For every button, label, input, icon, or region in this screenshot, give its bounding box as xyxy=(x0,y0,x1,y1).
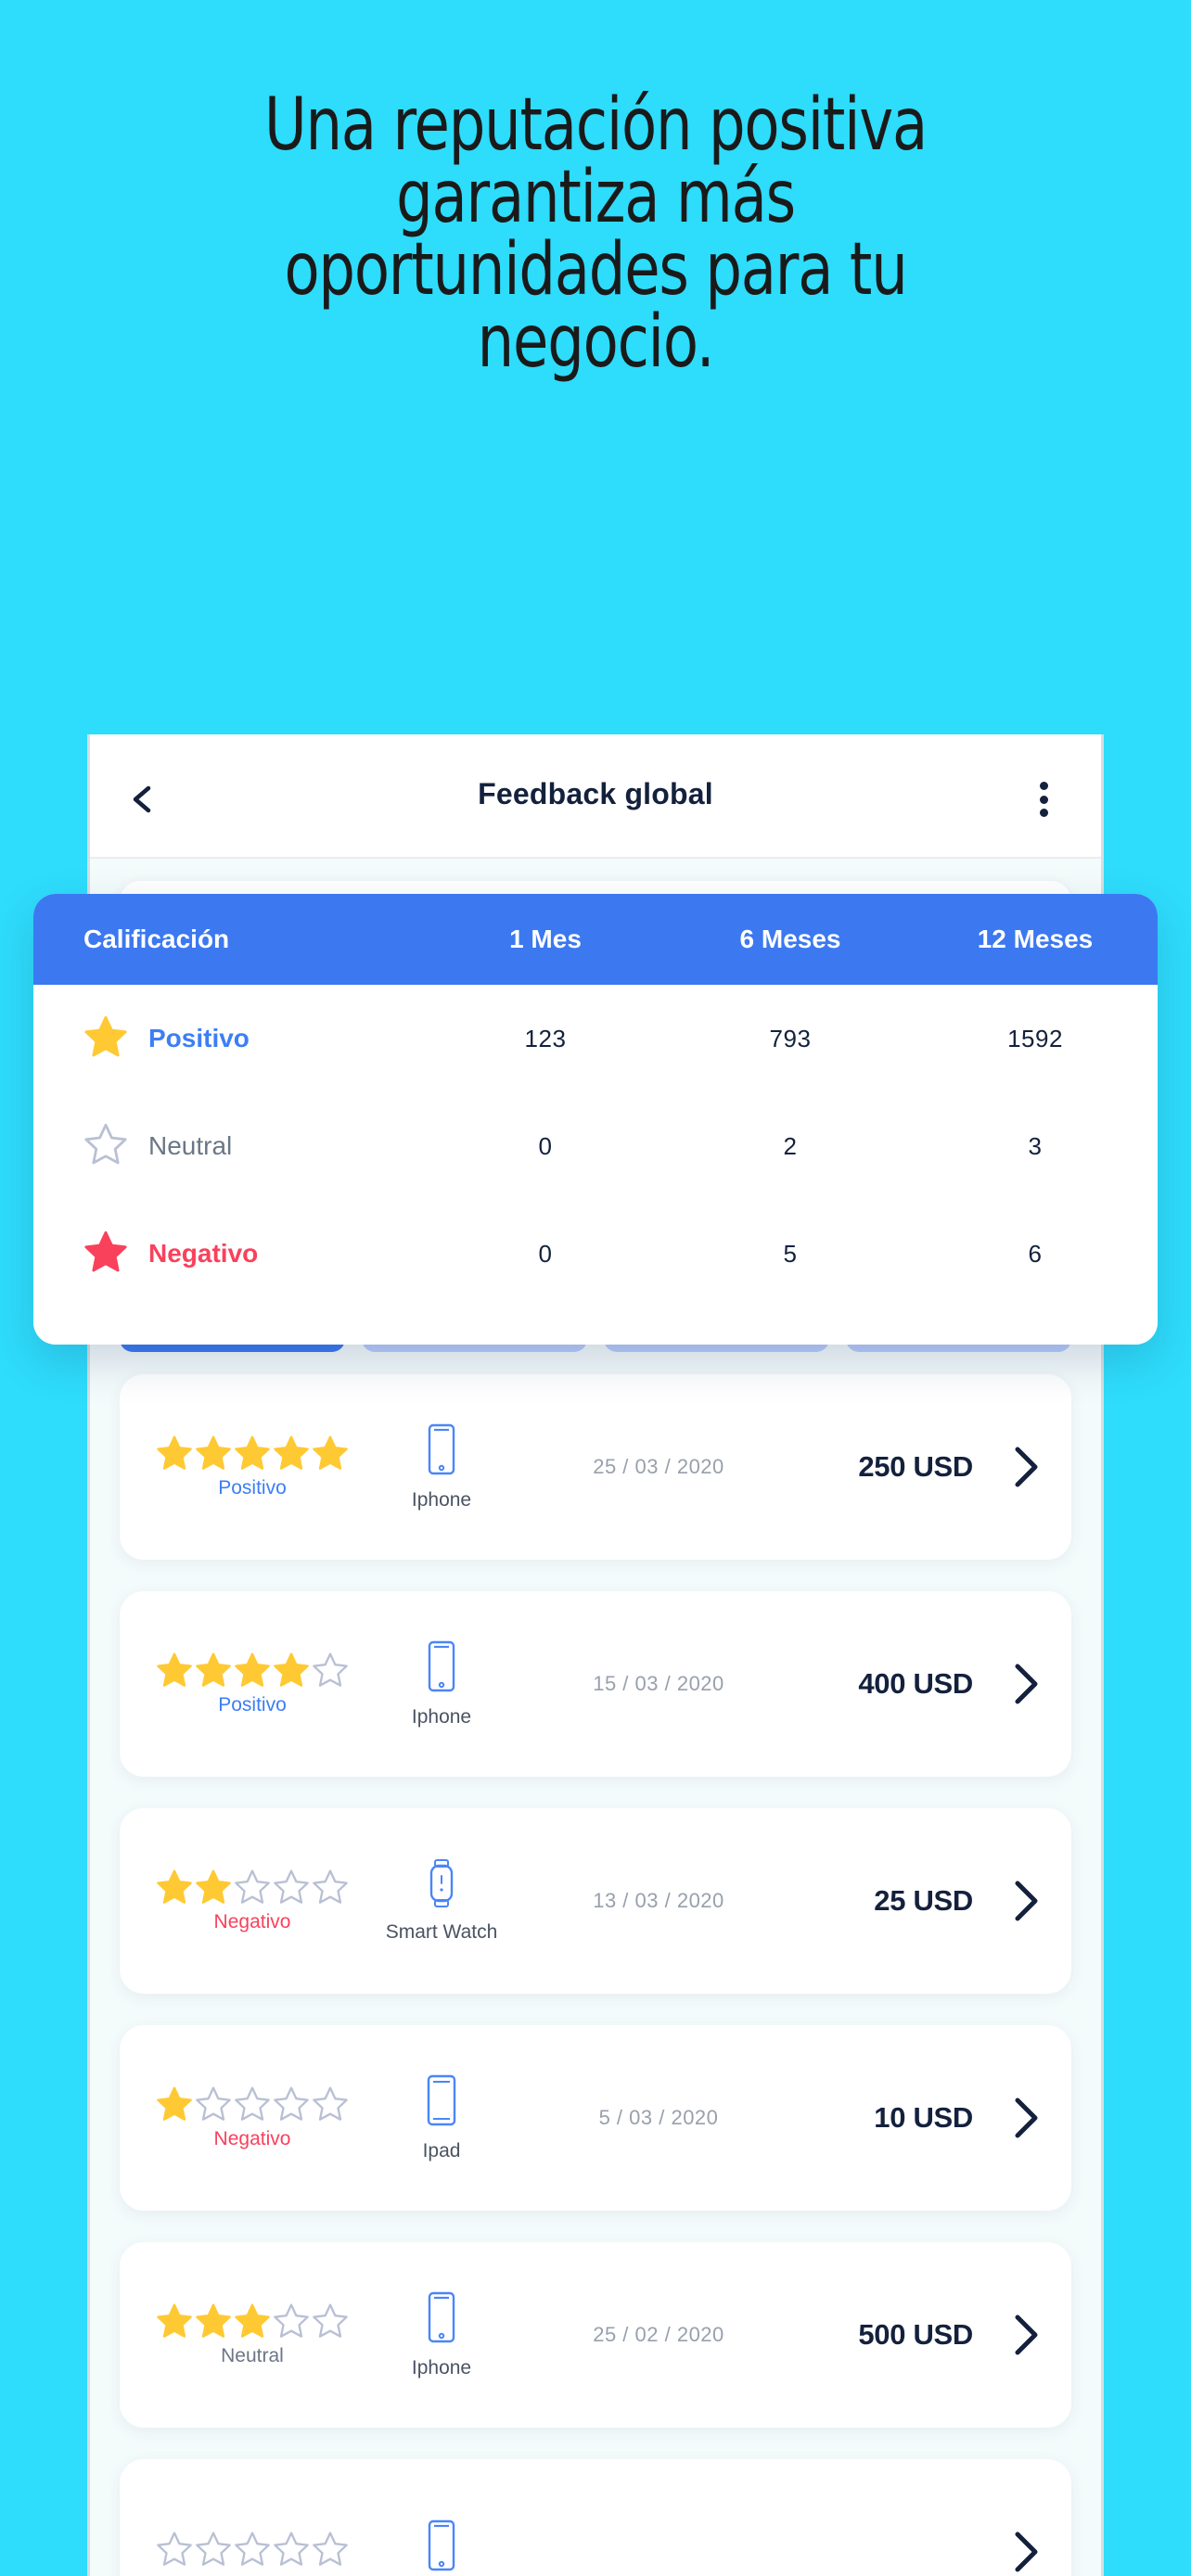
table-header-6-months: 6 Meses xyxy=(739,925,841,953)
app-bar: Feedback global xyxy=(90,734,1101,859)
feedback-device-label: Ipad xyxy=(422,2139,461,2162)
table-header-rating: Calificación xyxy=(83,925,230,953)
table-cell-12-months: 6 xyxy=(1028,1239,1043,1268)
feedback-amount: 25 USD xyxy=(874,1884,973,1917)
feedback-date: 15 / 03 / 2020 xyxy=(593,1672,724,1695)
star-rating xyxy=(156,2085,349,2123)
iphone-icon xyxy=(427,1423,456,1480)
chevron-right-icon[interactable] xyxy=(973,2095,1047,2141)
table-bottom-padding xyxy=(33,1307,1158,1345)
table-row[interactable]: Positivo 123 793 1592 xyxy=(33,985,1158,1092)
feedback-amount: 500 USD xyxy=(858,2318,973,2351)
table-cell-1-month: 123 xyxy=(524,1024,567,1052)
table-cell-6-months: 793 xyxy=(769,1024,812,1052)
star-filled-icon xyxy=(83,1014,128,1064)
iphone-icon xyxy=(427,2519,456,2576)
app-bar-title: Feedback global xyxy=(478,777,713,810)
headline-line-4: negocio. xyxy=(477,300,715,384)
table-header-row: Calificación 1 Mes 6 Meses 12 Meses xyxy=(33,894,1158,985)
chevron-right-icon[interactable] xyxy=(973,1661,1047,1707)
star-rating xyxy=(156,1435,349,1472)
iphone-icon xyxy=(427,1640,456,1697)
table-row-label: Positivo xyxy=(148,1024,250,1052)
feedback-amount: 400 USD xyxy=(858,1667,973,1700)
table-cell-1-month: 0 xyxy=(538,1239,553,1268)
feedback-device-label: Iphone xyxy=(411,1488,472,1511)
feedback-list-item[interactable] xyxy=(120,2459,1071,2576)
table-cell-12-months: 3 xyxy=(1028,1131,1043,1160)
chevron-right-icon[interactable] xyxy=(973,2312,1047,2358)
feedback-list-item[interactable]: Negativo Smart Watch 13 / 03 / 2020 25 USD xyxy=(120,1808,1071,1994)
table-cell-6-months: 5 xyxy=(783,1239,798,1268)
feedback-date: 5 / 03 / 2020 xyxy=(598,2106,719,2129)
iphone-icon xyxy=(428,1640,455,1691)
feedback-device-label: Iphone xyxy=(411,2356,472,2378)
feedback-sentiment: Negativo xyxy=(213,2128,291,2149)
feedback-list-item[interactable]: Neutral Iphone 25 / 02 / 2020 500 USD xyxy=(120,2242,1071,2428)
chevron-right-icon[interactable] xyxy=(973,1444,1047,1490)
ipad-icon xyxy=(425,2074,458,2131)
iphone-icon xyxy=(427,2291,456,2348)
page-title: Una reputación positiva garantiza más op… xyxy=(163,89,1027,378)
table-cell-1-month: 0 xyxy=(538,1131,553,1160)
iphone-icon xyxy=(428,2519,455,2570)
feedback-list: Positivo Iphone 25 / 03 / 2020 250 USD Posit… xyxy=(90,1352,1101,2576)
smartwatch-icon xyxy=(429,1858,454,1907)
table-row-label: Neutral xyxy=(148,1131,233,1160)
feedback-sentiment: Positivo xyxy=(218,1694,287,1715)
headline-line-2: garantiza más xyxy=(396,156,796,239)
smartwatch-icon xyxy=(423,1858,460,1912)
star-rating xyxy=(156,1868,349,1906)
feedback-amount: 250 USD xyxy=(858,1450,973,1483)
table-cell-12-months: 1592 xyxy=(1007,1024,1063,1052)
feedback-date: 25 / 03 / 2020 xyxy=(593,1455,724,1478)
feedback-amount: 10 USD xyxy=(874,2101,973,2134)
feedback-sentiment: Negativo xyxy=(213,1911,291,1932)
table-row-label: Negativo xyxy=(148,1239,259,1268)
table-row[interactable]: Negativo 0 5 6 xyxy=(33,1200,1158,1307)
table-header-1-month: 1 Mes xyxy=(509,925,582,953)
feedback-list-item[interactable]: Positivo Iphone 15 / 03 / 2020 400 USD xyxy=(120,1591,1071,1777)
feedback-date: 13 / 03 / 2020 xyxy=(593,1889,724,1912)
feedback-date: 25 / 02 / 2020 xyxy=(593,2323,724,2346)
table-row[interactable]: Neutral 0 2 3 xyxy=(33,1092,1158,1200)
chevron-right-icon[interactable] xyxy=(973,2529,1047,2575)
feedback-sentiment: Neutral xyxy=(221,2345,284,2366)
headline-line-1: Una reputación positiva xyxy=(263,83,928,167)
feedback-list-item[interactable]: Negativo Ipad 5 / 03 / 2020 10 USD xyxy=(120,2025,1071,2211)
table-header-12-months: 12 Meses xyxy=(977,925,1094,953)
feedback-device-label: Iphone xyxy=(411,1705,472,1728)
feedback-sentiment: Positivo xyxy=(218,1477,287,1498)
overflow-menu-icon[interactable] xyxy=(1027,779,1060,820)
table-cell-6-months: 2 xyxy=(783,1131,798,1160)
star-red-icon xyxy=(83,1230,128,1279)
iphone-icon xyxy=(428,1423,455,1474)
star-rating xyxy=(156,1651,349,1689)
ratings-summary-table: Calificación 1 Mes 6 Meses 12 Meses Posi… xyxy=(33,894,1158,1345)
chevron-right-icon[interactable] xyxy=(973,1878,1047,1924)
star-rating xyxy=(156,2302,349,2340)
ipad-icon xyxy=(427,2074,456,2125)
star-rating xyxy=(156,2531,349,2568)
feedback-list-item[interactable]: Positivo Iphone 25 / 03 / 2020 250 USD xyxy=(120,1374,1071,1560)
headline-line-3: oportunidades para tu xyxy=(284,228,907,312)
iphone-icon xyxy=(428,2291,455,2342)
star-outline-icon xyxy=(83,1122,128,1171)
feedback-device-label: Smart Watch xyxy=(385,1920,498,1943)
